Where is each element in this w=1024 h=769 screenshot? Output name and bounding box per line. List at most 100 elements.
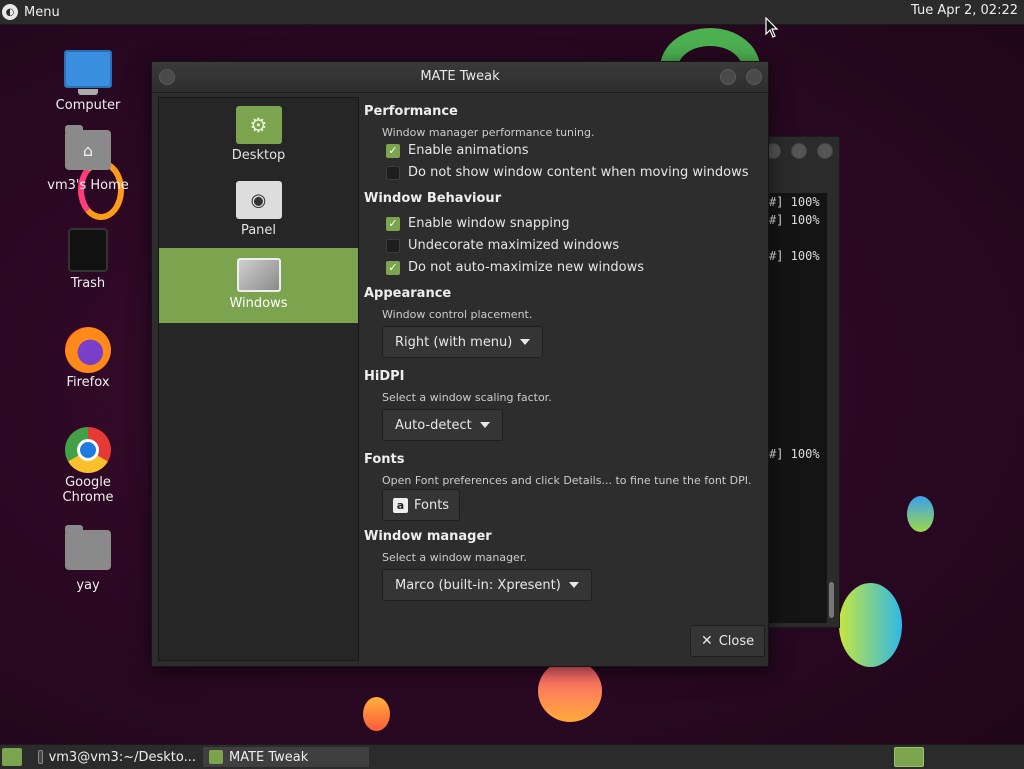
terminal-line: #] 100% (769, 249, 820, 263)
mate-logo-icon: ◐ (2, 4, 18, 20)
section-title-window-behaviour: Window Behaviour (364, 191, 502, 206)
desktop-icon-yay[interactable]: yay (38, 525, 138, 593)
section-desc-window-manager: Select a window manager. (382, 551, 527, 564)
decor-orange-blob (538, 660, 602, 722)
close-button[interactable]: ✕ Close (690, 625, 766, 657)
section-title-hidpi: HiDPI (364, 369, 405, 384)
computer-icon (64, 50, 112, 95)
desktop-icon-label: Google Chrome (62, 475, 114, 505)
section-desc-hidpi: Select a window scaling factor. (382, 391, 552, 404)
sidebar: ⚙ Desktop ◉ Panel Windows (158, 97, 359, 661)
window-manager-dropdown[interactable]: Marco (built-in: Xpresent) (382, 569, 592, 601)
decor-big-ellipse (839, 583, 902, 667)
terminal-line: #] 100% (769, 213, 820, 227)
checkbox-label: Enable animations (408, 143, 529, 158)
section-desc-performance: Window manager performance tuning. (382, 126, 595, 139)
dropdown-arrow-icon (479, 422, 490, 428)
section-title-window-manager: Window manager (364, 529, 492, 544)
section-title-appearance: Appearance (364, 286, 452, 301)
checkbox-enable-animations[interactable]: ✓ Enable animations (386, 143, 529, 158)
desktop-icon-trash[interactable]: Trash (38, 228, 138, 291)
taskbar-item-mate-tweak[interactable]: MATE Tweak (203, 747, 369, 767)
terminal-line: #] 100% (769, 195, 820, 209)
decor-blue-ellipse (907, 496, 934, 532)
checkbox-label: Do not show window content when moving w… (408, 165, 749, 180)
titlebar[interactable]: MATE Tweak (152, 62, 768, 93)
checkbox-hide-window-content[interactable]: Do not show window content when moving w… (386, 165, 749, 180)
window-title: MATE Tweak (420, 69, 500, 84)
workspace-switcher-icon[interactable] (894, 747, 924, 767)
decor-small-blob (363, 697, 390, 731)
close-icon[interactable] (817, 143, 833, 159)
folder-icon (64, 525, 112, 574)
sidebar-item-label: Windows (229, 296, 288, 311)
terminal-line: #] 100% (769, 447, 820, 461)
taskbar-item-terminal[interactable]: vm3@vm3:~/Deskto... (32, 747, 202, 767)
taskbar-item-label: vm3@vm3:~/Deskto... (48, 749, 196, 765)
desktop-icon-label: vm3's Home (47, 178, 129, 193)
desktop-icon-firefox[interactable]: Firefox (38, 327, 138, 390)
checkbox-unchecked-icon[interactable] (386, 238, 400, 253)
dropdown-arrow-icon (520, 339, 531, 345)
close-window-icon[interactable] (746, 69, 762, 85)
top-panel: ◐ Menu Tue Apr 2, 02:22 (0, 0, 1024, 25)
trash-icon (64, 228, 112, 272)
fonts-button-label: Fonts (414, 497, 450, 513)
menu-button[interactable]: ◐ Menu (2, 2, 60, 22)
desktop-icon-home[interactable]: ⌂ vm3's Home (38, 125, 138, 193)
checkbox-label: Enable window snapping (408, 216, 570, 231)
terminal-icon (38, 750, 43, 764)
dropdown-value: Marco (built-in: Xpresent) (395, 577, 561, 593)
minimize-icon[interactable] (720, 69, 736, 85)
close-icon: ✕ (701, 633, 713, 649)
desktop-icon-label: Computer (55, 98, 121, 113)
bottom-taskbar: vm3@vm3:~/Deskto... MATE Tweak (0, 744, 1024, 769)
clock[interactable]: Tue Apr 2, 02:22 (911, 3, 1018, 18)
desktop-settings-icon: ⚙ (235, 106, 282, 144)
windows-settings-icon (236, 258, 281, 292)
scaling-factor-dropdown[interactable]: Auto-detect (382, 409, 503, 441)
checkbox-checked-icon[interactable]: ✓ (386, 143, 400, 158)
section-desc-appearance: Window control placement. (382, 308, 533, 321)
desktop-icon-label: Trash (70, 276, 106, 291)
sidebar-item-label: Panel (240, 223, 277, 238)
desktop-icon-label: yay (76, 578, 100, 593)
mouse-cursor-icon (765, 17, 779, 38)
dropdown-arrow-icon (568, 582, 579, 588)
desktop-icon-chrome[interactable]: Google Chrome (38, 427, 138, 505)
sidebar-item-label: Desktop (231, 148, 286, 163)
checkbox-window-snapping[interactable]: ✓ Enable window snapping (386, 216, 569, 231)
taskbar-item-label: MATE Tweak (229, 749, 309, 765)
show-desktop-icon[interactable] (2, 748, 22, 766)
section-title-performance: Performance (364, 104, 458, 119)
close-button-label: Close (718, 633, 755, 649)
fonts-icon: a (393, 497, 408, 513)
chrome-icon (64, 427, 112, 473)
panel-settings-icon: ◉ (235, 181, 282, 219)
section-title-fonts: Fonts (364, 452, 405, 467)
maximize-icon[interactable] (791, 143, 807, 159)
desktop-icon-label: Firefox (66, 375, 110, 390)
menu-label: Menu (24, 4, 60, 20)
dropdown-value: Auto-detect (395, 417, 472, 433)
checkbox-checked-icon[interactable]: ✓ (386, 260, 400, 275)
mate-tweak-window: MATE Tweak ⚙ Desktop ◉ Panel Windows Per… (151, 61, 769, 667)
home-folder-icon: ⌂ (64, 125, 112, 174)
sidebar-item-desktop[interactable]: ⚙ Desktop (159, 98, 358, 173)
desktop-icon-computer[interactable]: Computer (38, 50, 138, 113)
checkbox-label: Do not auto-maximize new windows (408, 260, 644, 275)
checkbox-undecorate-maximized[interactable]: Undecorate maximized windows (386, 238, 619, 253)
checkbox-checked-icon[interactable]: ✓ (386, 216, 400, 231)
sidebar-item-windows[interactable]: Windows (159, 248, 358, 323)
window-control-placement-dropdown[interactable]: Right (with menu) (382, 326, 544, 358)
checkbox-unchecked-icon[interactable] (386, 165, 400, 180)
checkbox-label: Undecorate maximized windows (408, 238, 620, 253)
fonts-button[interactable]: a Fonts (382, 489, 461, 521)
dropdown-value: Right (with menu) (395, 334, 513, 350)
checkbox-no-auto-maximize[interactable]: ✓ Do not auto-maximize new windows (386, 260, 644, 275)
mate-tweak-icon (209, 750, 223, 764)
sidebar-item-panel[interactable]: ◉ Panel (159, 173, 358, 248)
firefox-icon (64, 327, 112, 373)
terminal-scrollbar[interactable] (829, 582, 834, 618)
section-desc-fonts: Open Font preferences and click Details.… (382, 474, 752, 487)
